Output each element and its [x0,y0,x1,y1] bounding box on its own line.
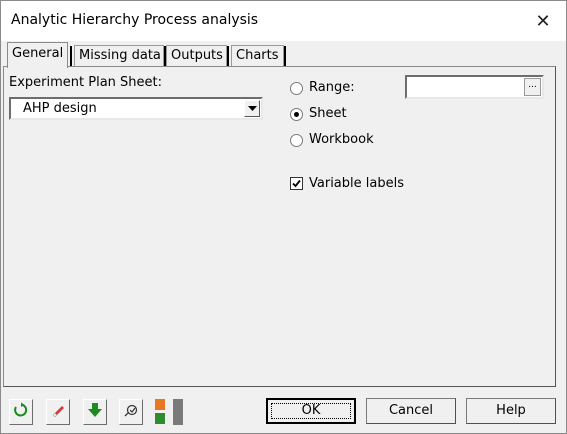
reset-button[interactable] [9,399,33,425]
range-input[interactable]: ... [405,75,544,99]
chevron-down-icon[interactable] [244,100,260,117]
plan-sheet-label: Experiment Plan Sheet: [9,75,162,90]
eraser-icon [50,402,66,422]
window-title: Analytic Hierarchy Process analysis [11,12,259,28]
tab-general[interactable]: General [7,42,68,68]
layout-icon [153,399,187,431]
tab-separator [227,46,229,66]
variable-labels-checkbox[interactable] [290,177,303,190]
range-picker-button[interactable]: ... [524,78,541,96]
down-arrow-icon [87,402,103,422]
layout-button[interactable] [153,397,187,427]
pin-icon [123,402,139,422]
title-bar: Analytic Hierarchy Process analysis ✕ [1,1,566,41]
radio-selected-dot [294,112,299,117]
tab-outputs[interactable]: Outputs [166,45,227,67]
tab-separator [70,46,72,66]
range-label: Range: [309,80,355,95]
sheet-radio[interactable] [290,108,303,121]
variable-labels-label: Variable labels [309,176,404,191]
move-down-button[interactable] [83,399,107,425]
tab-missing-data[interactable]: Missing data [74,45,164,67]
clear-button[interactable] [46,399,70,425]
workbook-label: Workbook [309,132,374,147]
cancel-button[interactable]: Cancel [366,398,456,424]
dialog-window: Analytic Hierarchy Process analysis ✕ Ge… [0,0,567,434]
tab-charts[interactable]: Charts [231,45,284,67]
focus-rectangle [271,403,351,419]
ok-button[interactable]: OK [266,398,356,424]
help-button[interactable]: Help [466,398,556,424]
tab-separator [284,46,286,66]
plan-sheet-select[interactable]: AHP design [9,97,263,120]
button-bar: OK Cancel Help [3,393,564,431]
plan-sheet-value: AHP design [23,101,97,116]
pin-button[interactable] [119,399,143,425]
close-button[interactable]: ✕ [520,1,566,41]
workbook-radio[interactable] [290,134,303,147]
reset-icon [13,402,29,422]
range-radio[interactable] [290,82,303,95]
sheet-label: Sheet [309,106,347,121]
